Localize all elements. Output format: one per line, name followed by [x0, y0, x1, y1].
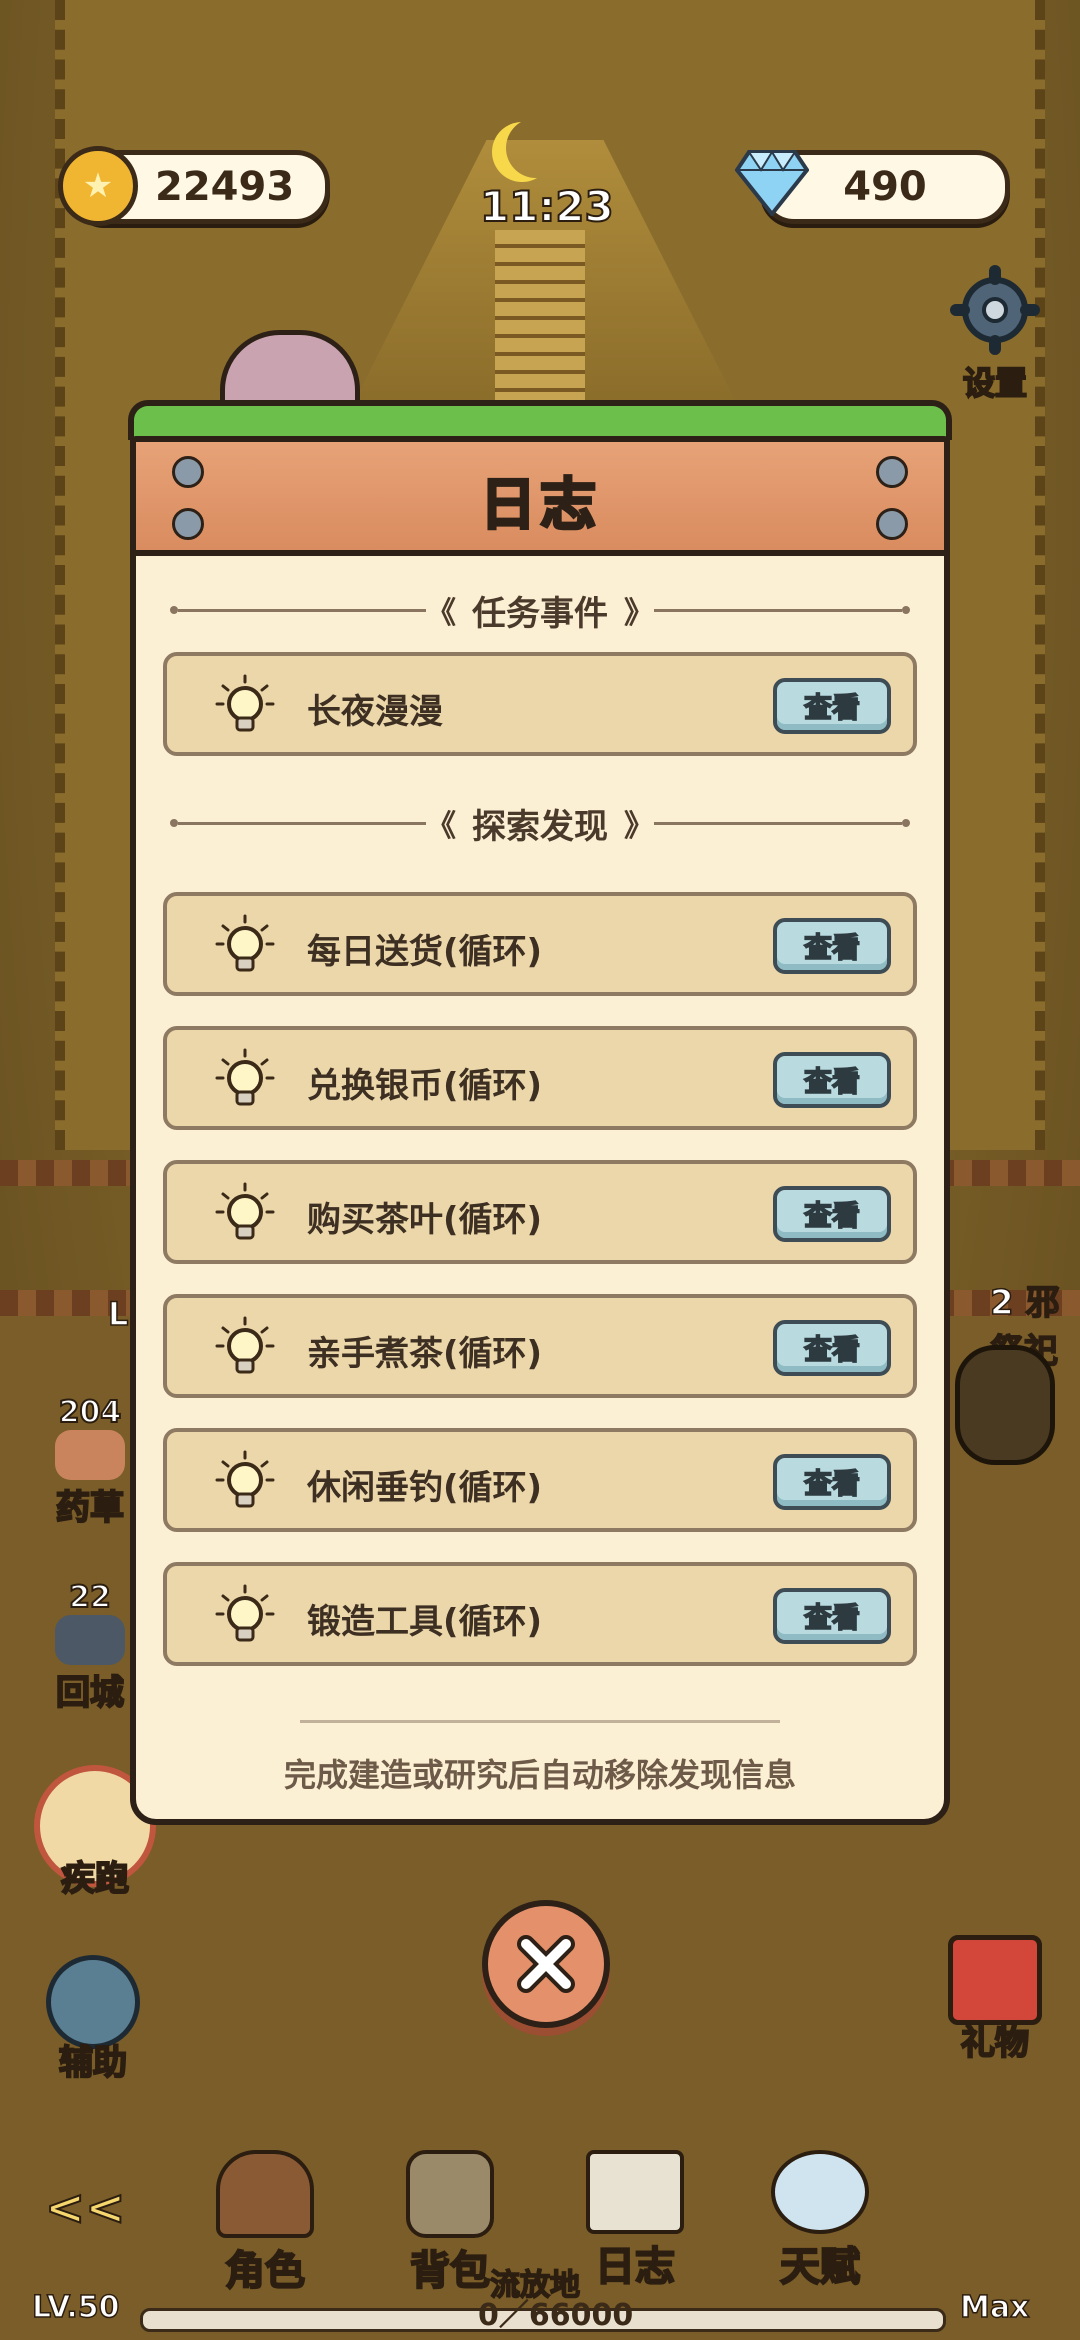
moon-icon — [506, 118, 566, 178]
gear-icon — [950, 265, 1040, 355]
section-header-tasks: 《 任务事件 》 — [170, 580, 910, 640]
gift-button[interactable]: 礼物 — [940, 1935, 1050, 2064]
discovery-name: 每日送货(循环) — [307, 932, 543, 972]
herb-count: 204 — [58, 1394, 123, 1431]
gift-icon — [948, 1935, 1042, 2025]
discovery-name: 休闲垂钓(循环) — [307, 1468, 543, 1508]
task-name: 长夜漫漫 — [307, 692, 443, 732]
winged-gem-icon — [771, 2150, 869, 2234]
partial-letter: L — [107, 1294, 129, 1334]
gem-amount: 490 — [843, 164, 927, 210]
discovery-row[interactable]: 亲手煮茶(循环) 查看 — [163, 1294, 917, 1398]
chevron-left-icon: 《 — [426, 809, 456, 844]
view-button[interactable]: 查看 — [773, 1320, 891, 1376]
section-title: 探索发现 — [472, 806, 608, 847]
discovery-row[interactable]: 每日送货(循环) 查看 — [163, 892, 917, 996]
cultist-enemy[interactable] — [955, 1345, 1055, 1465]
lightbulb-icon — [215, 1182, 275, 1240]
footer-hint: 完成建造或研究后自动移除发现信息 — [283, 1756, 796, 1794]
coin-icon: ★ — [58, 146, 138, 226]
coin-amount: 22493 — [155, 164, 295, 210]
book-icon — [586, 2150, 684, 2234]
journal-header: 日志 — [130, 436, 950, 556]
herb-button[interactable]: 204 药草 — [40, 1394, 140, 1529]
discovery-name: 亲手煮茶(循环) — [307, 1334, 543, 1374]
lightbulb-icon — [215, 914, 275, 972]
discovery-name: 购买茶叶(循环) — [307, 1200, 543, 1240]
nav-label: 日志 — [594, 2243, 676, 2291]
max-label: Max — [959, 2289, 1030, 2326]
view-button[interactable]: 查看 — [773, 1588, 891, 1644]
pyramid-stairs — [495, 230, 585, 410]
return-city-button[interactable]: 22 回城 — [40, 1579, 140, 1714]
grass-trim — [128, 400, 952, 440]
task-row[interactable]: 长夜漫漫 查看 — [163, 652, 917, 756]
discovery-row[interactable]: 购买茶叶(循环) 查看 — [163, 1160, 917, 1264]
return-count: 22 — [68, 1579, 112, 1616]
scroll-icon — [55, 1615, 125, 1665]
back-arrow-icon[interactable]: << — [44, 2179, 126, 2237]
section-header-explore: 《 探索发现 》 — [170, 793, 910, 853]
discovery-row[interactable]: 休闲垂钓(循环) 查看 — [163, 1428, 917, 1532]
nav-label: 角色 — [224, 2247, 306, 2295]
discovery-row[interactable]: 兑换银币(循环) 查看 — [163, 1026, 917, 1130]
player-level: LV.50 — [31, 2289, 120, 2326]
settings-label: 设置 — [962, 363, 1028, 403]
section-title: 任务事件 — [472, 593, 608, 634]
backpack-icon — [406, 2150, 494, 2238]
lightbulb-icon — [215, 1584, 275, 1642]
lightbulb-icon — [215, 674, 275, 732]
footer-divider — [300, 1720, 780, 1723]
close-button[interactable] — [482, 1900, 610, 2028]
character-icon — [216, 2150, 314, 2238]
discovery-name: 锻造工具(循环) — [307, 1602, 543, 1642]
nav-label: 天赋 — [779, 2243, 861, 2291]
flower-icon — [55, 1430, 125, 1480]
view-button[interactable]: 查看 — [773, 918, 891, 974]
gift-label: 礼物 — [960, 2022, 1030, 2064]
discovery-row[interactable]: 锻造工具(循环) 查看 — [163, 1562, 917, 1666]
view-button[interactable]: 查看 — [773, 678, 891, 734]
chevron-right-icon: 》 — [624, 596, 654, 631]
lightbulb-icon — [215, 1450, 275, 1508]
settings-button[interactable]: 设置 — [940, 265, 1050, 404]
lightbulb-icon — [215, 1316, 275, 1374]
nav-character[interactable]: 角色 — [200, 2150, 330, 2296]
chevron-right-icon: 》 — [624, 809, 654, 844]
assist-label: 辅助 — [58, 2042, 128, 2084]
sprint-label: 疾跑 — [60, 1858, 130, 1900]
discovery-name: 兑换银币(循环) — [307, 1066, 543, 1106]
diamond-icon — [735, 150, 809, 216]
close-icon — [517, 1935, 575, 1993]
view-button[interactable]: 查看 — [773, 1186, 891, 1242]
nav-journal[interactable]: 日志 — [570, 2150, 700, 2292]
xp-value: 0／66000 — [478, 2298, 634, 2333]
view-button[interactable]: 查看 — [773, 1052, 891, 1108]
return-label: 回城 — [55, 1672, 125, 1714]
chevron-left-icon: 《 — [426, 596, 456, 631]
dialog-title: 日志 — [479, 472, 600, 540]
view-button[interactable]: 查看 — [773, 1454, 891, 1510]
lightbulb-icon — [215, 1048, 275, 1106]
nav-talent[interactable]: 天赋 — [755, 2150, 885, 2292]
game-clock: 11:23 — [479, 181, 615, 232]
herb-label: 药草 — [55, 1487, 125, 1529]
assist-button[interactable]: 辅助 — [38, 1955, 148, 2084]
